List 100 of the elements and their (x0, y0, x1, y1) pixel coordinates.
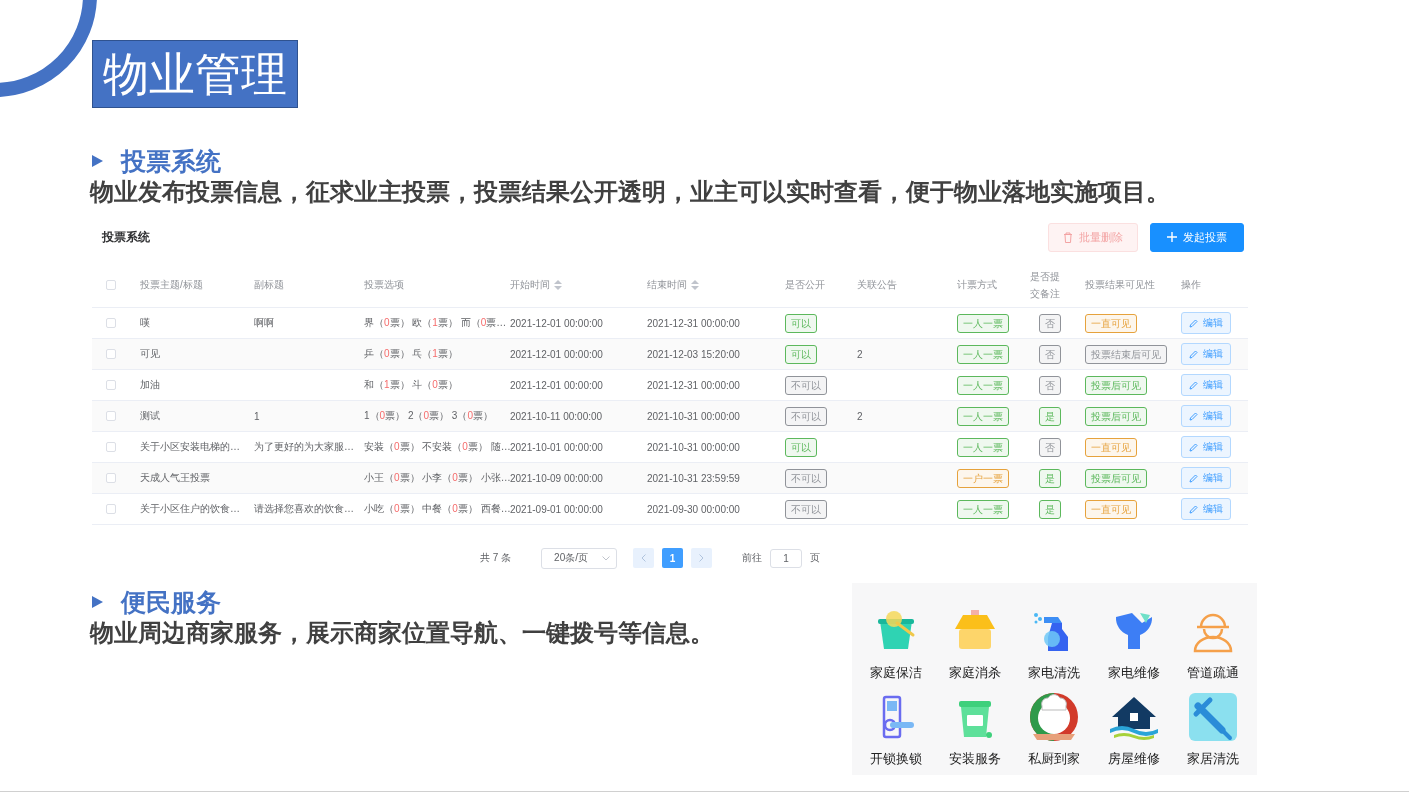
table-row[interactable]: 天成人气王投票 小王（0票） 小李（0票） 小张…2021-10-09 00:00:00 2021-10-31 23:59:59 不可以 一户一票 是 投票后可见 编辑 (92, 463, 1248, 494)
status-tag: 一户一票 (957, 468, 1009, 488)
table-cell: 关于小区安装电梯的… (140, 440, 240, 454)
status-tag: 一人一票 (957, 499, 1009, 519)
status-tag: 不可以 (785, 468, 827, 488)
section-heading: 便民服务 (121, 587, 221, 617)
row-checkbox[interactable] (106, 473, 116, 483)
select-all-checkbox[interactable] (106, 279, 116, 290)
table-row[interactable]: 测试 1 1（0票） 2（0票） 3（0票） 2021-10-11 00:00:00 2021-10-31 00:00:00 不可以 2 一人一票 是 投票后可见 编辑 (92, 401, 1248, 432)
plus-icon (1167, 232, 1177, 242)
status-tag: 否 (1039, 313, 1061, 333)
status-tag: 否 (1039, 344, 1061, 364)
status-tag: 可以 (785, 344, 817, 364)
vote-options: 安装（0票） 不安装（0票） 随… (364, 440, 511, 454)
table-cell: 可见 (140, 347, 160, 361)
table-cell: 2021-12-01 00:00:00 (510, 348, 603, 360)
row-checkbox[interactable] (106, 318, 116, 328)
table-cell: 关于小区住户的饮食… (140, 502, 240, 516)
table-cell: 2021-09-01 00:00:00 (510, 503, 603, 515)
column-header: 计票方式 (957, 277, 997, 292)
status-tag: 投票结束后可见 (1085, 344, 1167, 364)
column-header: 是否公开 (785, 277, 825, 292)
table-row[interactable]: 关于小区住户的饮食… 请选择您喜欢的饮食… 小吃（0票） 中餐（0票） 西餐…2021-09-01 00:00:00 2021-09-30 00:00:00 不可以 一人一票 是 一直可见 编辑 (92, 494, 1248, 525)
status-tag: 否 (1039, 437, 1061, 457)
vote-options: 小王（0票） 小李（0票） 小张… (364, 471, 511, 485)
status-tag: 一直可见 (1085, 499, 1137, 519)
bullet-icon (92, 596, 103, 608)
sort-icon[interactable] (691, 279, 699, 290)
section-description: 物业周边商家服务，展示商家位置导航、一键拨号等信息。 (90, 618, 714, 648)
panel-title: 投票系统 (102, 228, 150, 246)
bullet-icon (92, 155, 103, 167)
service-label[interactable]: 管道疏通 (1187, 665, 1240, 681)
status-tag: 否 (1039, 375, 1061, 395)
vote-options: 小吃（0票） 中餐（0票） 西餐… (364, 502, 511, 516)
service-label[interactable]: 家庭保洁 (869, 665, 922, 681)
column-header: 是否提交备注 (1029, 269, 1061, 301)
status-tag: 投票后可见 (1085, 468, 1147, 488)
service-label[interactable]: 家电维修 (1107, 665, 1160, 681)
section-description: 物业发布投票信息，征求业主投票，投票结果公开透明，业主可以实时查看，便于物业落地实施项目。 (90, 177, 1171, 207)
status-tag: 是 (1039, 499, 1061, 519)
table-cell: 2021-10-01 00:00:00 (510, 441, 603, 453)
status-tag: 可以 (785, 437, 817, 457)
status-tag: 一人一票 (957, 344, 1009, 364)
column-header: 操作 (1181, 277, 1201, 292)
chevron-left-icon (641, 554, 646, 562)
column-header: 关联公告 (857, 277, 897, 292)
table-cell: 嘆 (140, 316, 150, 330)
row-checkbox[interactable] (106, 411, 116, 421)
vote-options: 界（0票） 欧（1票） 而（0票… (364, 316, 507, 330)
sort-icon[interactable] (554, 279, 562, 290)
service-label[interactable]: 家电清洗 (1028, 665, 1081, 681)
table-cell: 为了更好的为大家服… (254, 440, 354, 454)
vote-options: 1（0票） 2（0票） 3（0票） (364, 409, 493, 423)
squeegee-icon (1188, 692, 1239, 742)
chevron-right-icon (699, 554, 704, 562)
table-cell: 啊啊 (254, 316, 274, 330)
row-checkbox[interactable] (106, 504, 116, 514)
pencil-icon (1189, 318, 1198, 328)
total-count: 共 7 条 (480, 551, 512, 565)
column-header: 副标题 (254, 277, 284, 292)
pencil-icon (1189, 442, 1198, 452)
status-tag: 不可以 (785, 375, 827, 395)
status-tag: 一人一票 (957, 375, 1009, 395)
status-tag: 一人一票 (957, 437, 1009, 457)
jump-label: 前往 (742, 551, 762, 565)
status-tag: 一直可见 (1085, 437, 1137, 457)
section-heading: 投票系统 (121, 146, 221, 176)
table-cell: 2021-10-31 00:00:00 (647, 441, 740, 453)
table-cell: 1 (254, 410, 260, 422)
table-cell: 加油 (140, 378, 160, 392)
status-tag: 一人一票 (957, 406, 1009, 426)
row-checkbox[interactable] (106, 442, 116, 452)
service-label[interactable]: 私厨到家 (1028, 751, 1081, 767)
pencil-icon (1189, 411, 1198, 421)
column-header: 投票选项 (364, 277, 404, 292)
service-label[interactable]: 家庭消杀 (949, 665, 1002, 681)
status-tag: 不可以 (785, 499, 827, 519)
vote-options: 和（1票） 斗（0票） (364, 378, 458, 392)
next-page-button[interactable] (691, 548, 712, 568)
trash-icon (1063, 231, 1073, 243)
row-checkbox[interactable] (106, 380, 116, 390)
service-label[interactable]: 安装服务 (949, 751, 1002, 767)
page-jump-field[interactable]: 1 (770, 548, 802, 568)
column-header: 投票结果可见性 (1085, 277, 1155, 292)
status-tag: 是 (1039, 468, 1061, 488)
table-cell: 2021-10-31 23:59:59 (647, 472, 740, 484)
row-checkbox[interactable] (106, 349, 116, 359)
table-cell: 2021-12-01 00:00:00 (510, 317, 603, 329)
service-label[interactable]: 房屋维修 (1107, 751, 1160, 767)
table-cell: 天成人气王投票 (140, 471, 210, 485)
service-label[interactable]: 开锁换锁 (869, 751, 922, 767)
service-label[interactable]: 家居清洗 (1187, 751, 1240, 767)
table-cell: 2 (857, 348, 863, 360)
vote-options: 乒（0票） 乓（1票） (364, 347, 458, 361)
status-tag: 一人一票 (957, 313, 1009, 333)
page-size-select[interactable]: 20条/页 (541, 547, 617, 569)
prev-page-button[interactable] (633, 548, 654, 568)
table-cell: 2021-12-31 00:00:00 (647, 317, 740, 329)
table-row[interactable]: 可见 乒（0票） 乓（1票） 2021-12-01 00:00:00 2021-12-03 15:20:00 可以 2 一人一票 否 投票结束后可见 编辑 (92, 339, 1248, 370)
table-cell: 2021-10-31 00:00:00 (647, 410, 740, 422)
